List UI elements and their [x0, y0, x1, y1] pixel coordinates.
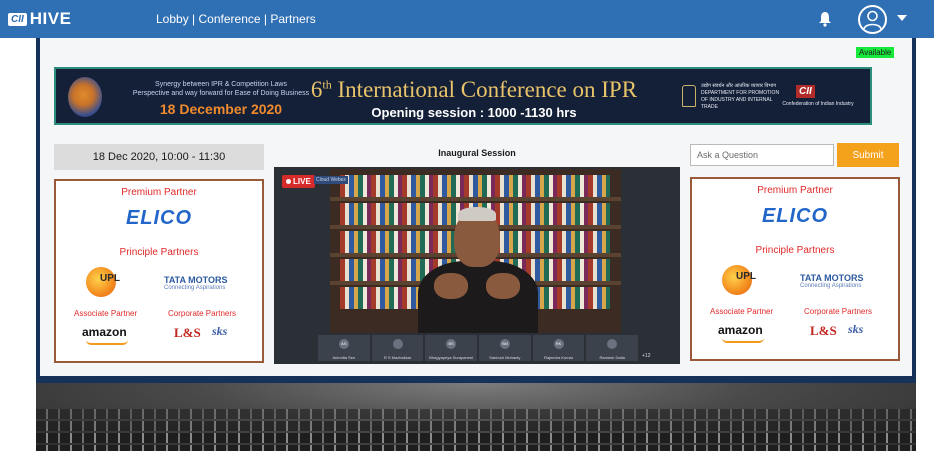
- elico-logo[interactable]: ELICO: [692, 205, 898, 228]
- banner-title-ordinal: th: [322, 77, 332, 92]
- amazon-logo[interactable]: amazon: [82, 325, 127, 339]
- participant-initials: [392, 339, 403, 349]
- user-avatar-icon[interactable]: [858, 5, 887, 34]
- logo-cii-text: CII: [8, 12, 27, 26]
- tata-motors-logo[interactable]: TATA MOTORS: [800, 273, 864, 283]
- associate-partner-label: Associate Partner: [74, 309, 138, 318]
- amazon-logo[interactable]: amazon: [718, 323, 763, 337]
- participant-name: Rajendra Kumar: [543, 355, 574, 360]
- cii-hive-logo[interactable]: CII HIVE: [8, 9, 71, 29]
- associate-partner-label: Associate Partner: [710, 307, 774, 316]
- seat-row: [36, 409, 916, 419]
- nav-separator: |: [260, 12, 271, 26]
- participant-thumbnail[interactable]: SM Santosh Mohanty: [479, 335, 531, 361]
- bookshelf-plank: [330, 197, 621, 201]
- banner-title-number: 6: [310, 77, 323, 102]
- participant-thumbnail[interactable]: BS Bhagyapriya Surapaneni: [425, 335, 478, 361]
- bookshelf-row: [340, 175, 610, 197]
- top-navigation-bar: CII HIVE Lobby | Conference | Partners: [0, 0, 934, 38]
- amazon-smile-icon: [86, 340, 128, 345]
- participant-initials: AS: [338, 339, 349, 349]
- participant-thumbnail[interactable]: R S Mazhakkar: [371, 335, 424, 361]
- lt-logo[interactable]: L&S: [810, 323, 837, 339]
- banner-title-text: International Conference on IPR: [331, 77, 638, 102]
- availability-badge: Available: [856, 47, 895, 58]
- corporate-partners-label: Corporate Partners: [168, 309, 237, 318]
- video-feed: [330, 169, 621, 333]
- session-time: 18 Dec 2020, 10:00 - 11:30: [54, 144, 264, 170]
- user-silhouette-icon: [863, 10, 882, 30]
- participant-thumbnail[interactable]: RK Rajendra Kumar: [532, 335, 585, 361]
- speaker-body: [418, 261, 538, 333]
- upl-logo-text: UPL: [736, 271, 756, 282]
- principle-partners-label: Principle Partners: [755, 245, 835, 256]
- nav-lobby[interactable]: Lobby: [156, 12, 189, 26]
- partners-panel-right: Premium Partner ELICO Principle Partners…: [690, 177, 900, 361]
- premium-partner-label: Premium Partner: [121, 187, 197, 198]
- participant-name: Bhagyapriya Surapaneni: [429, 355, 474, 360]
- platform-label: Cloud Webex: [314, 176, 348, 184]
- amazon-smile-icon: [722, 338, 764, 343]
- premium-partner-label: Premium Partner: [757, 185, 833, 196]
- sks-logo[interactable]: sks: [848, 322, 863, 337]
- globe-logo-icon: [68, 77, 102, 117]
- participant-initials: BS: [446, 339, 457, 349]
- sks-logo[interactable]: sks: [212, 324, 227, 339]
- participant-initials: RK: [553, 339, 564, 349]
- seat-row: [36, 433, 916, 443]
- live-label: LIVE: [293, 177, 311, 186]
- participant-name: Ramesh Datla: [599, 355, 625, 360]
- live-video-player[interactable]: LIVE Cloud Webex AS Anindita Sen R S Mazh…: [274, 167, 680, 364]
- participant-initials: [607, 339, 618, 349]
- conference-banner: Synergy between IPR & Competition Laws P…: [54, 67, 872, 125]
- cii-banner-fullname: Confederation of Indian Industry: [782, 101, 854, 107]
- tata-motors-tagline: Connecting Aspirations: [800, 283, 862, 289]
- speaker-hand-left: [434, 273, 468, 299]
- participant-initials: SM: [499, 339, 510, 349]
- speaker-hand-right: [486, 273, 520, 299]
- tata-motors-logo[interactable]: TATA MOTORS: [164, 275, 228, 285]
- principle-partners-label: Principle Partners: [119, 247, 199, 258]
- live-dot-icon: [286, 179, 291, 185]
- participant-name: R S Mazhakkar: [383, 355, 412, 360]
- dpiit-english: DEPARTMENT FOR PROMOTION OF INDUSTRY AND…: [701, 90, 780, 110]
- ask-question-input[interactable]: [690, 144, 834, 166]
- nav-separator: |: [188, 12, 199, 26]
- submit-question-button[interactable]: Submit: [837, 143, 899, 167]
- corporate-partners-label: Corporate Partners: [804, 307, 873, 316]
- chevron-down-icon[interactable]: [897, 15, 907, 21]
- banner-title: 6th International Conference on IPR: [284, 77, 664, 103]
- elico-logo[interactable]: ELICO: [56, 207, 262, 230]
- speaker-hair: [458, 207, 496, 221]
- tata-motors-tagline: Connecting Aspirations: [164, 285, 226, 291]
- lt-logo[interactable]: L&S: [174, 325, 201, 341]
- cii-banner-logo: CII: [796, 85, 815, 98]
- participant-name: Santosh Mohanty: [489, 355, 521, 360]
- partners-panel-left: Premium Partner ELICO Principle Partners…: [54, 179, 264, 363]
- auditorium-seating: [36, 383, 916, 451]
- upl-logo-text: UPL: [100, 273, 120, 284]
- national-emblem-icon: [682, 85, 696, 107]
- dpiit-logo-text: उद्योग संवर्धन और आंतरिक व्यापार विभाग DE…: [701, 83, 781, 111]
- participant-thumbnail[interactable]: Ramesh Datla: [586, 335, 639, 361]
- nav-partners[interactable]: Partners: [270, 12, 315, 26]
- main-nav: Lobby | Conference | Partners: [156, 12, 316, 26]
- session-title: Inaugural Session: [438, 148, 516, 158]
- banner-subtitle: Opening session : 1000 -1130 hrs: [371, 105, 577, 120]
- dpiit-hindi: उद्योग संवर्धन और आंतरिक व्यापार विभाग: [701, 83, 777, 89]
- participant-strip: AS Anindita Sen R S Mazhakkar BS Bhagyapri…: [318, 335, 639, 361]
- seat-row: [36, 445, 916, 451]
- live-badge: LIVE: [282, 175, 315, 188]
- nav-conference[interactable]: Conference: [199, 12, 261, 26]
- participants-more-count[interactable]: +12: [642, 353, 650, 359]
- participant-name: Anindita Sen: [332, 355, 356, 360]
- logo-hive-text: HIVE: [29, 9, 72, 28]
- participant-thumbnail[interactable]: AS Anindita Sen: [318, 335, 370, 361]
- bell-icon[interactable]: [818, 11, 832, 27]
- seat-row: [36, 421, 916, 431]
